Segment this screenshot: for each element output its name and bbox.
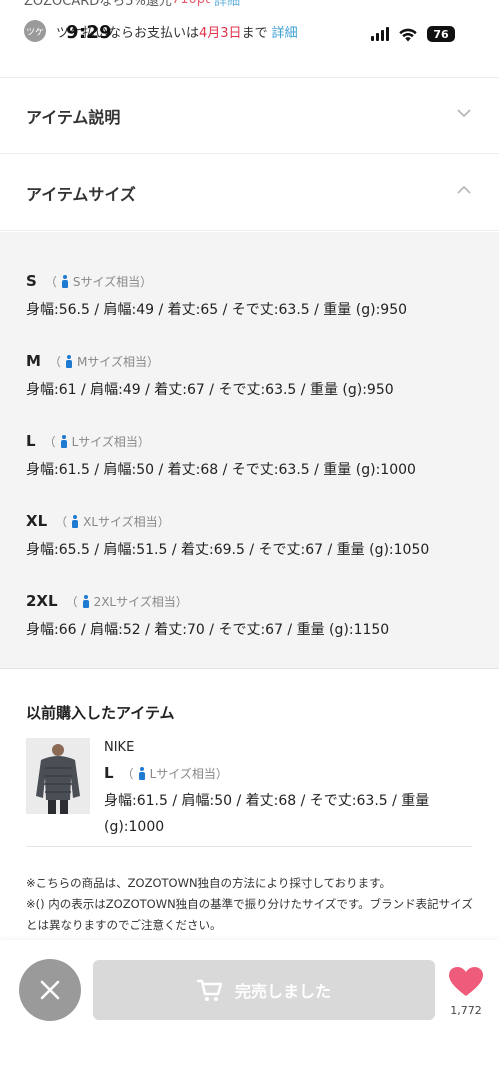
- item-size-title: アイテムサイズ: [26, 185, 136, 204]
- cellular-signal-icon: [371, 27, 389, 41]
- size-note-2: ※() 内の表示はZOZOTOWN独自の基準で振り分けたサイズです。ブランド表記…: [26, 897, 473, 932]
- previous-purchase-size: L: [104, 764, 114, 782]
- person-icon: [60, 434, 68, 448]
- size-list: S （ Sサイズ相当 ） 身幅:56.5 / 肩幅:49 / 着丈:65 / そ…: [0, 232, 499, 669]
- size-paren-close: ）: [140, 274, 153, 289]
- chevron-down-icon: [457, 109, 471, 118]
- size-row: S （ Sサイズ相当 ） 身幅:56.5 / 肩幅:49 / 着丈:65 / そ…: [26, 272, 407, 319]
- size-notes: ※こちらの商品は、ZOZOTOWN独自の方法により採寸しております。 ※() 内…: [26, 873, 476, 936]
- status-icons: 76: [371, 26, 455, 42]
- person-icon: [138, 766, 146, 780]
- size-measurements: 身幅:61.5 / 肩幅:50 / 着丈:68 / そで丈:63.5 / 重量 …: [26, 462, 416, 478]
- size-measurements: 身幅:66 / 肩幅:52 / 着丈:70 / そで丈:67 / 重量 (g):…: [26, 622, 390, 638]
- previous-purchase-size-equivalent: （ Lサイズ相当 ）: [122, 765, 228, 782]
- size-note-text: XLサイズ相当: [83, 514, 158, 529]
- person-icon: [71, 514, 79, 528]
- size-paren-open: （: [44, 274, 57, 289]
- size-equivalent: （ 2XLサイズ相当 ）: [66, 593, 188, 610]
- size-paren-close: ）: [215, 766, 228, 781]
- status-time: 9:29: [66, 22, 112, 43]
- size-paren-open: （: [55, 514, 68, 529]
- size-paren-close: ）: [157, 514, 170, 529]
- sold-out-label: 完売しました: [234, 982, 331, 1001]
- previous-purchase-image[interactable]: [26, 738, 90, 814]
- size-paren-close: ）: [175, 594, 188, 609]
- battery-icon: 76: [427, 26, 455, 42]
- item-description-title: アイテム説明: [26, 108, 121, 127]
- deferred-payment-date: 4月3日: [199, 25, 242, 41]
- size-name: S: [26, 272, 37, 290]
- card-promo-points: 710pt: [172, 0, 210, 7]
- previous-purchase-info: NIKE L （ Lサイズ相当 ） 身幅:61.5 / 肩幅:50 / 着丈:6…: [104, 740, 454, 840]
- divider: [26, 846, 472, 847]
- deferred-payment-detail-link[interactable]: 詳細: [272, 22, 298, 41]
- previous-purchase-measurements: 身幅:61.5 / 肩幅:50 / 着丈:68 / そで丈:63.5 / 重量 …: [104, 793, 430, 835]
- person-icon: [61, 274, 69, 288]
- bottom-action-bar: 完売しました 1,772: [0, 940, 499, 1080]
- size-note-text: Lサイズ相当: [149, 766, 216, 781]
- card-promo-detail-link[interactable]: 詳細: [214, 0, 240, 9]
- size-note-text: 2XLサイズ相当: [93, 594, 176, 609]
- cart-icon: [196, 979, 223, 1001]
- jacket-model-image: [26, 738, 90, 814]
- close-icon: [40, 980, 60, 1000]
- size-equivalent: （ Sサイズ相当 ）: [45, 273, 152, 290]
- size-row: 2XL （ 2XLサイズ相当 ） 身幅:66 / 肩幅:52 / 着丈:70 /…: [26, 592, 389, 639]
- close-button[interactable]: [19, 959, 81, 1021]
- previous-purchase-brand: NIKE: [104, 740, 135, 755]
- item-description-section[interactable]: アイテム説明: [0, 78, 499, 154]
- person-icon: [65, 354, 73, 368]
- chevron-up-icon: [457, 185, 471, 194]
- size-name: 2XL: [26, 592, 58, 610]
- favorite-count: 1,772: [450, 1004, 482, 1017]
- sold-out-button[interactable]: 完売しました: [93, 960, 435, 1020]
- wifi-icon: [399, 28, 417, 41]
- size-row: XL （ XLサイズ相当 ） 身幅:65.5 / 肩幅:51.5 / 着丈:69…: [26, 512, 429, 559]
- size-row: M （ Mサイズ相当 ） 身幅:61 / 肩幅:49 / 着丈:67 / そで丈…: [26, 352, 394, 399]
- size-paren-close: ）: [137, 434, 150, 449]
- size-measurements: 身幅:65.5 / 肩幅:51.5 / 着丈:69.5 / そで丈:67 / 重…: [26, 542, 430, 558]
- size-name: L: [26, 432, 36, 450]
- previous-purchase-title: 以前購入したアイテム: [26, 704, 175, 722]
- item-size-section[interactable]: アイテムサイズ: [0, 155, 499, 231]
- size-paren-open: （: [43, 434, 56, 449]
- favorite-button[interactable]: 1,772: [446, 966, 486, 1017]
- person-icon: [82, 594, 90, 608]
- size-paren-open: （: [48, 354, 61, 369]
- size-note-text: Sサイズ相当: [72, 274, 141, 289]
- size-note-text: Mサイズ相当: [76, 354, 147, 369]
- size-measurements: 身幅:56.5 / 肩幅:49 / 着丈:65 / そで丈:63.5 / 重量 …: [26, 302, 408, 318]
- size-equivalent: （ Lサイズ相当 ）: [44, 433, 150, 450]
- size-row: L （ Lサイズ相当 ） 身幅:61.5 / 肩幅:50 / 着丈:68 / そ…: [26, 432, 416, 479]
- size-note-1: ※こちらの商品は、ZOZOTOWN独自の方法により採寸しております。: [26, 876, 391, 890]
- size-name: M: [26, 352, 41, 370]
- size-paren-open: （: [121, 766, 134, 781]
- size-name: XL: [26, 512, 48, 530]
- heart-icon: [449, 967, 483, 996]
- deferred-payment-suffix: まで: [241, 25, 268, 41]
- card-promo-row: ZOZOCARDなら5%還元 710pt 詳細: [24, 0, 240, 9]
- size-equivalent: （ Mサイズ相当 ）: [49, 353, 159, 370]
- size-paren-close: ）: [146, 354, 159, 369]
- deferred-payment-icon: ツケ: [24, 20, 46, 42]
- size-equivalent: （ XLサイズ相当 ）: [55, 513, 170, 530]
- size-paren-open: （: [65, 594, 78, 609]
- top-banner: ZOZOCARDなら5%還元 710pt 詳細 ツケ ツケ払いならお支払いは 4…: [0, 0, 499, 78]
- card-promo-text: ZOZOCARDなら5%還元: [24, 0, 172, 9]
- size-measurements: 身幅:61 / 肩幅:49 / 着丈:67 / そで丈:63.5 / 重量 (g…: [26, 382, 394, 398]
- size-note-text: Lサイズ相当: [71, 434, 138, 449]
